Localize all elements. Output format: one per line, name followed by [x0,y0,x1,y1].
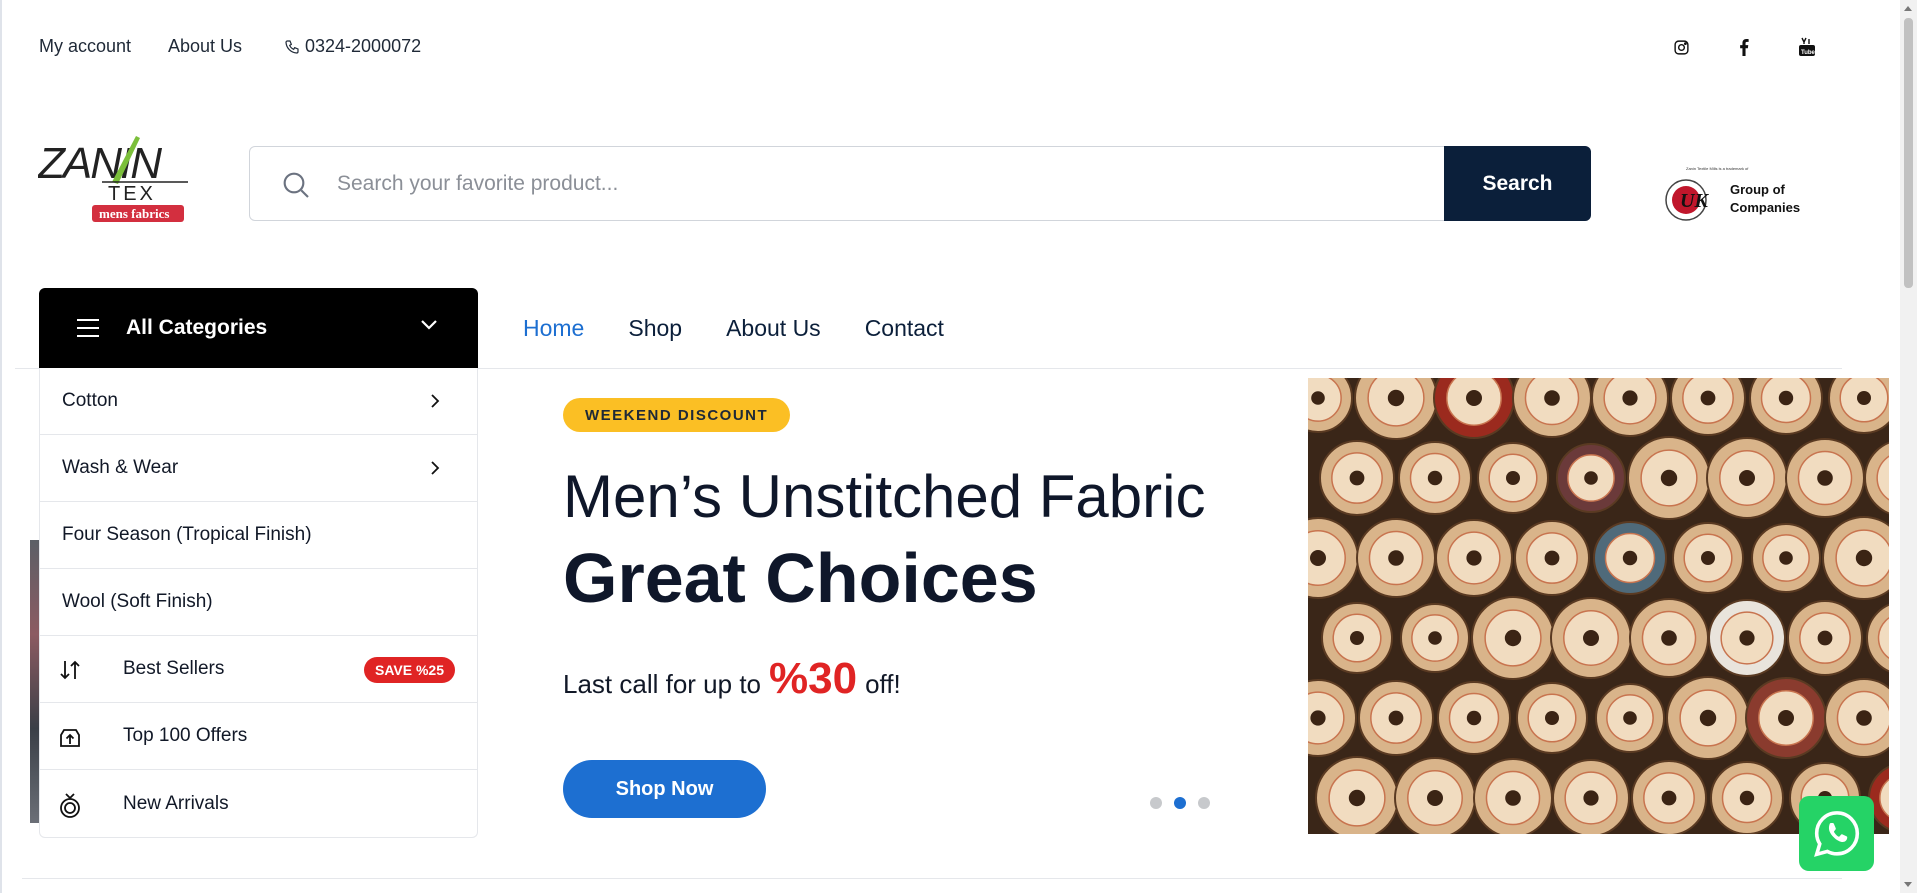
category-list: Cotton Wash & Wear Four Season (Tropical… [39,368,478,838]
svg-text:Companies: Companies [1730,200,1800,215]
facebook-icon[interactable] [1733,36,1755,58]
chevron-right-icon [430,460,440,482]
category-label: Wool (Soft Finish) [62,591,213,612]
phone-link[interactable]: 0324-2000072 [284,36,421,57]
whatsapp-chat-button[interactable] [1799,796,1874,871]
all-categories-label: All Categories [126,316,268,339]
category-item-cotton[interactable]: Cotton [40,368,477,435]
svg-text:TEX: TEX [108,183,156,205]
instagram-icon[interactable] [1670,36,1692,58]
category-item-top-offers[interactable]: Top 100 Offers [40,703,477,770]
carousel-dot-1[interactable] [1150,797,1162,809]
hero-subtitle: Last call for up to %30 off! [563,654,901,704]
category-label: Cotton [62,390,118,411]
weekend-discount-badge: WEEKEND DISCOUNT [563,398,791,432]
nav-home[interactable]: Home [523,315,584,342]
upload-box-icon [57,724,83,750]
category-item-new-arrivals[interactable]: New Arrivals [40,770,477,837]
save-badge: SAVE %25 [364,657,455,683]
my-account-link[interactable]: My account [39,36,131,57]
search-input[interactable] [250,147,1444,220]
about-us-top-link[interactable]: About Us [168,36,242,57]
scroll-thumb[interactable] [1904,18,1913,288]
hero-discount-percent: %30 [769,654,858,703]
hero-image-thread-spools [1308,378,1889,834]
hamburger-icon [77,319,99,337]
svg-text:mens fabrics: mens fabrics [99,206,169,221]
search-bar: Search [249,146,1591,221]
category-label: New Arrivals [123,792,229,814]
hero-title-line1: Men’s Unstitched Fabric [563,463,1206,530]
whatsapp-icon [1813,810,1859,857]
svg-text:Tube: Tube [1801,50,1816,56]
all-categories-toggle[interactable]: All Categories [39,288,478,368]
site-logo[interactable]: ZANIN TEX mens fabrics [37,130,188,230]
search-icon [280,169,312,206]
nav-shop[interactable]: Shop [628,315,682,342]
partner-logo: Zanin Textile Mills is a trademark of UK… [1664,164,1814,228]
category-item-four-season[interactable]: Four Season (Tropical Finish) [40,502,477,569]
scroll-down-arrow-icon[interactable] [1904,882,1912,887]
carousel-dot-2[interactable] [1174,797,1186,809]
category-item-best-sellers[interactable]: Best Sellers SAVE %25 [40,636,477,703]
svg-text:ZANIN: ZANIN [38,139,162,188]
nav-about-us[interactable]: About Us [726,315,821,342]
svg-text:UK: UK [1680,190,1709,212]
svg-text:Zanin Textile Mills is a trade: Zanin Textile Mills is a trademark of [1686,166,1749,171]
youtube-icon[interactable]: Tube [1796,36,1818,58]
chevron-down-icon [420,318,438,336]
page-scrollbar[interactable] [1900,0,1917,893]
sort-arrows-icon [57,657,83,683]
category-item-wash-wear[interactable]: Wash & Wear [40,435,477,502]
main-nav: Home Shop About Us Contact [523,315,944,342]
carousel-dots [1150,797,1210,809]
phone-icon [285,39,299,54]
carousel-prev-slide-peek [30,540,39,823]
category-item-wool[interactable]: Wool (Soft Finish) [40,569,477,636]
shop-now-button[interactable]: Shop Now [563,760,766,818]
nav-contact[interactable]: Contact [865,315,944,342]
scroll-up-arrow-icon[interactable] [1904,6,1912,11]
chevron-right-icon [430,393,440,415]
category-label: Four Season (Tropical Finish) [62,524,312,545]
category-label: Top 100 Offers [123,725,248,746]
category-label: Best Sellers [123,658,225,679]
hero-title-line2: Great Choices [563,539,1038,617]
phone-number: 0324-2000072 [305,36,422,56]
ring-icon [57,791,83,818]
section-divider [22,878,1842,879]
search-button[interactable]: Search [1444,146,1591,221]
category-label: Wash & Wear [62,457,179,478]
top-bar: My account About Us 0324-2000072 Tube [0,0,1900,92]
page-left-edge [0,0,2,893]
hero-sub-prefix: Last call for up to [563,669,761,699]
hero-sub-suffix: off! [865,669,901,699]
svg-text:Group of: Group of [1730,182,1786,197]
carousel-dot-3[interactable] [1198,797,1210,809]
